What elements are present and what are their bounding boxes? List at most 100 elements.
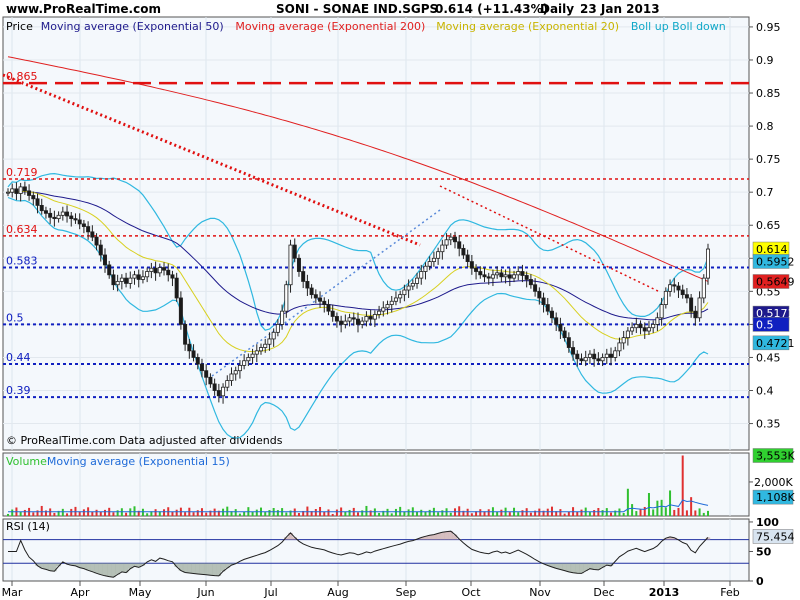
rsi-oversold-fill [94,563,99,574]
volume-bar [610,512,613,516]
candle-body [385,304,390,309]
candle-body [558,323,563,332]
volume-bar [146,513,149,516]
candle-body [301,271,306,282]
rsi-oversold-fill [187,563,192,574]
candle-body [377,310,382,315]
volume-bar [690,497,693,516]
candle-body [162,267,167,271]
candle-body [625,330,630,339]
candle-body [402,289,407,296]
candle-body [655,317,660,325]
candle-body [524,275,529,280]
candle-body [583,357,588,362]
candle-body [431,257,436,262]
instrument-name: SONI - SONAE IND.SGPS [276,2,438,16]
candle-body [35,198,40,206]
candle-body [22,186,27,192]
volume-bar [521,510,524,516]
volume-bar [154,509,157,516]
candle-body [410,283,415,287]
candle-body [465,254,470,262]
candle-body [651,323,656,329]
volume-bar [563,513,566,516]
volume-bar [70,508,73,516]
x-tick-label: Sep [396,586,417,599]
candle-body [280,310,285,325]
candle-body [69,215,74,220]
volume-bar [559,509,562,516]
candle-body [343,320,348,325]
volume-value-tag-label: 3,553K [756,450,795,463]
legend-entry: Moving average (Exponential 20) [436,20,619,33]
price-tick-label: 0.75 [756,153,781,166]
site-name[interactable]: www.ProRealTime.com [6,2,161,16]
candle-body [604,353,609,358]
candle-body [27,190,32,196]
candle-body [592,353,597,360]
volume-bar [196,510,199,516]
candle-body [381,307,386,312]
candle-body [684,294,689,299]
candle-body [136,274,141,280]
volume-legend-entry: Volume [6,455,47,468]
candle-body [630,327,635,332]
candle-body [634,323,639,329]
volume-bar [386,508,389,516]
quote: 0.614 (+11.43%) [435,2,548,16]
volume-bar [593,510,596,516]
volume-bar [538,508,541,516]
volume-bar [264,512,267,516]
candle-body [360,320,365,325]
volume-bar [61,508,64,516]
candle-body [676,285,681,291]
candle-body [246,357,251,362]
volume-bar [171,511,174,516]
candle-body [545,304,550,312]
candle-body [191,350,196,358]
rsi-value-tag-label: 75.454 [756,530,795,543]
rsi-oversold-fill [587,563,593,569]
volume-bar [470,513,473,516]
volume-bar [133,506,136,516]
candle-body [469,261,474,269]
volume-bar [222,508,225,516]
candle-body [706,248,711,279]
support-level-label: 0.583 [6,255,38,268]
rsi-tick-label: 0 [756,575,764,588]
candle-body [562,330,567,339]
candle-body [132,274,137,279]
candle-body [444,239,449,246]
candle-body [267,338,272,345]
x-tick-label: May [129,586,152,599]
candle-body [98,244,103,256]
volume-bar [529,512,532,516]
candle-body [554,317,559,325]
rsi-overbought-fill [452,534,458,540]
volume-bar [694,510,697,516]
candle-body [271,331,276,340]
volume-bar [49,508,52,516]
rsi-oversold-fill [195,563,200,574]
x-tick-label: 2013 [649,586,680,599]
candle-body [52,216,57,220]
volume-bar [251,511,254,516]
rsi-oversold-fill [102,563,108,576]
candle-body [490,274,495,279]
candle-body [174,277,179,299]
price-tick-label: 0.95 [756,21,781,34]
candle-body [318,297,323,302]
volume-bar [643,506,646,516]
candle-body [393,297,398,302]
candle-body [305,281,310,289]
volume-bar [660,499,663,516]
candle-body [621,337,626,344]
volume-bar [213,508,216,516]
candle-body [355,318,360,325]
candle-body [507,274,512,279]
x-tick-label: Aug [327,586,348,599]
candle-body [642,327,647,332]
rsi-oversold-fill [579,563,584,574]
volume-bar [243,511,246,516]
volume-bar [424,511,427,516]
